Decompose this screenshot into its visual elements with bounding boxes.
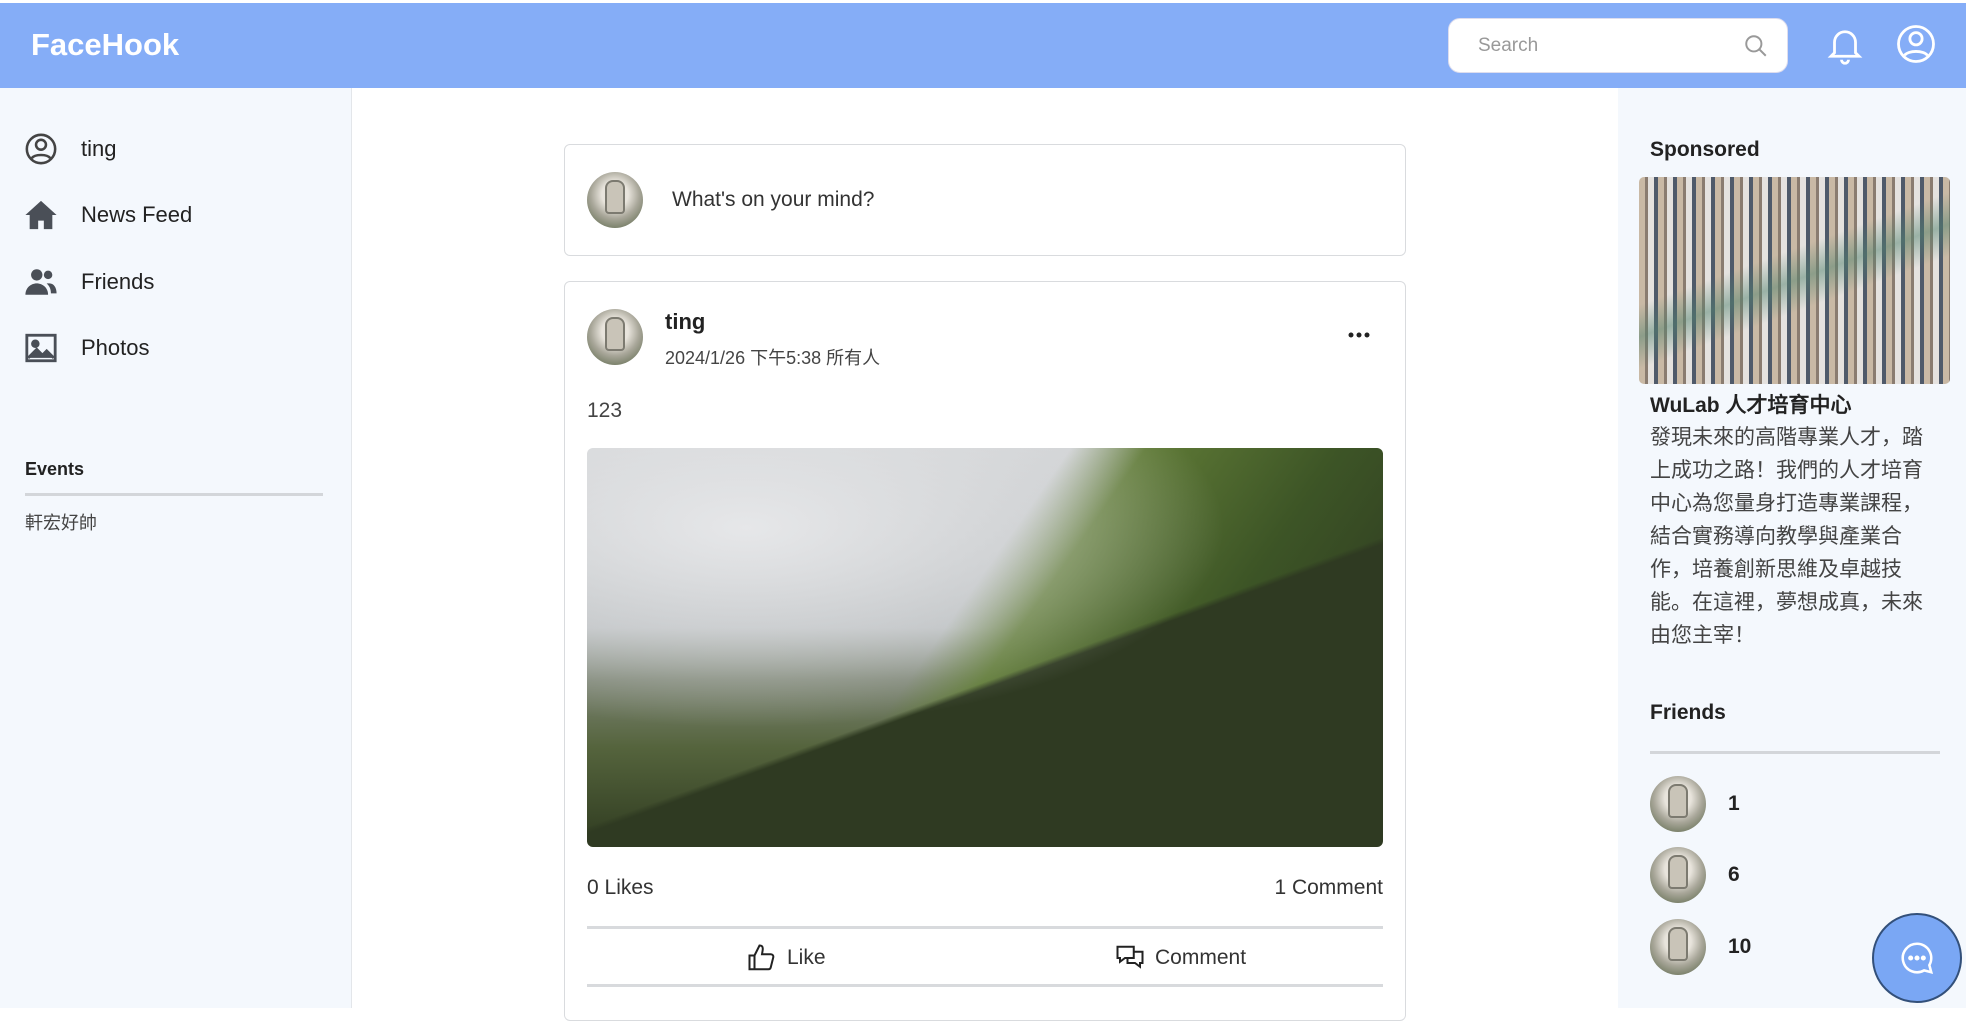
friend-item[interactable]: 6 [1650, 847, 1740, 903]
search-box[interactable] [1448, 18, 1788, 73]
sponsored-heading: Sponsored [1650, 138, 1760, 161]
like-button[interactable]: Like [747, 943, 826, 973]
left-sidebar: ting News Feed Friends Photos Events 軒宏好… [0, 88, 352, 1008]
home-icon [25, 200, 57, 230]
divider [1650, 751, 1940, 754]
right-sidebar: Sponsored WuLab 人才培育中心 發現未來的高階專業人才，踏上成功之… [1618, 88, 1966, 1008]
top-bar: FaceHook [0, 3, 1966, 88]
friend-name: 6 [1728, 863, 1740, 886]
users-icon [25, 269, 57, 295]
post-text: 123 [587, 399, 623, 422]
profile-icon[interactable] [1895, 23, 1937, 65]
thumbs-up-icon [748, 944, 775, 971]
sidebar-item-news-feed[interactable]: News Feed [24, 198, 192, 232]
more-options-icon[interactable] [1347, 330, 1371, 340]
sidebar-item-label: Friends [81, 269, 155, 294]
post-author[interactable]: ting [665, 309, 705, 335]
composer-placeholder[interactable]: What's on your mind? [672, 188, 874, 212]
comment-button[interactable]: Comment [1115, 943, 1246, 973]
ad-title[interactable]: WuLab 人才培育中心 [1650, 389, 1851, 419]
comments-count[interactable]: 1 Comment [1274, 876, 1383, 900]
avatar [1650, 847, 1706, 903]
sidebar-item-label: ting [81, 136, 117, 161]
post-image[interactable] [587, 448, 1383, 847]
friend-name: 1 [1728, 792, 1740, 815]
ad-image[interactable] [1639, 177, 1950, 384]
events-heading: Events [25, 459, 85, 479]
comment-label: Comment [1155, 946, 1247, 969]
avatar [1650, 776, 1706, 832]
search-input[interactable] [1478, 34, 1743, 57]
sidebar-item-label: News Feed [81, 202, 193, 227]
image-icon [25, 333, 57, 363]
sidebar-item-label: Photos [81, 335, 150, 360]
sidebar-item-profile[interactable]: ting [24, 132, 116, 166]
divider [587, 984, 1383, 987]
ad-description: 發現未來的高階專業人才，踏上成功之路！我們的人才培育中心為您量身打造專業課程，結… [1650, 426, 1923, 647]
avatar [587, 172, 643, 228]
logo[interactable]: FaceHook [31, 27, 179, 63]
divider [25, 493, 323, 496]
search-icon[interactable] [1743, 33, 1769, 59]
avatar [1650, 919, 1706, 975]
user-circle-icon [25, 133, 57, 165]
likes-count[interactable]: 0 Likes [587, 876, 654, 900]
sidebar-item-photos[interactable]: Photos [24, 331, 150, 365]
event-item[interactable]: 軒宏好帥 [25, 509, 97, 535]
post-meta: 2024/1/26 下午5:38 所有人 [665, 348, 881, 368]
chat-button[interactable] [1872, 913, 1962, 1003]
author-avatar[interactable] [587, 309, 643, 365]
post-composer[interactable]: What's on your mind? [564, 144, 1406, 256]
friend-name: 10 [1728, 935, 1752, 958]
friend-item[interactable]: 10 [1650, 919, 1751, 975]
friends-heading: Friends [1650, 701, 1726, 724]
bell-icon[interactable] [1824, 23, 1866, 65]
friend-item[interactable]: 1 [1650, 776, 1740, 832]
chat-bubble-icon [1901, 942, 1934, 975]
like-label: Like [787, 946, 826, 969]
comments-icon [1116, 945, 1144, 969]
post-card: ting 2024/1/26 下午5:38 所有人 123 0 Likes 1 … [564, 281, 1406, 1021]
divider [587, 926, 1383, 929]
sidebar-item-friends[interactable]: Friends [24, 265, 154, 299]
